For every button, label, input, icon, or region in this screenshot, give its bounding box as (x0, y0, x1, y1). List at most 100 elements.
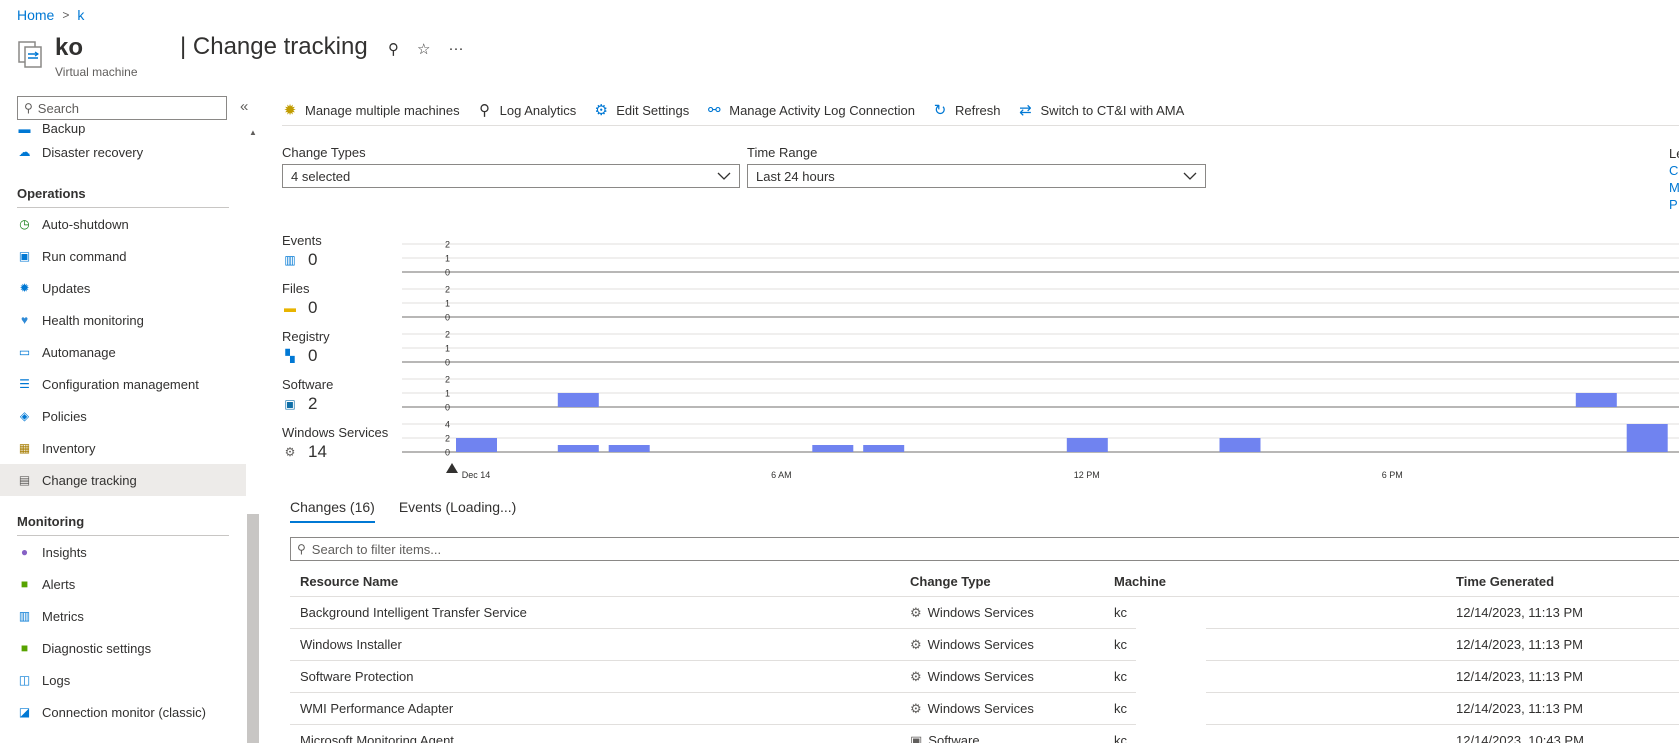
chevron-down-icon (1183, 172, 1197, 180)
sidebar-item-health-monitoring[interactable]: ♥ Health monitoring (0, 304, 246, 336)
star-icon[interactable]: ☆ (417, 40, 430, 58)
legend-link[interactable]: M (1669, 179, 1679, 196)
pin-icon[interactable]: ⚲ (388, 40, 399, 58)
tab-events[interactable]: Events (Loading...) (399, 499, 517, 523)
toolbar-button-label: Manage Activity Log Connection (729, 102, 915, 118)
chart-bar[interactable] (557, 393, 599, 407)
legend-partial: Le C M P (1669, 145, 1679, 213)
sidebar-item-auto-shutdown[interactable]: ◷ Auto-shutdown (0, 208, 246, 240)
sidebar-item-configuration-management[interactable]: ☰ Configuration management (0, 368, 246, 400)
sidebar-item-inventory[interactable]: ▦ Inventory (0, 432, 246, 464)
manage-activity-log-connection-button[interactable]: ⚯ Manage Activity Log Connection (706, 102, 915, 119)
sidebar-item-metrics[interactable]: ▥ Metrics (0, 600, 246, 632)
sidebar-item-label: Policies (42, 408, 87, 424)
breadcrumb: Home > k (17, 7, 84, 23)
sidebar-item-alerts[interactable]: ■ Alerts (0, 568, 246, 600)
clock-icon: ◷ (19, 217, 30, 231)
legend-link[interactable]: C (1669, 162, 1679, 179)
switch-to-ct-i-with-ama-button[interactable]: ⇄ Switch to CT&I with AMA (1018, 102, 1184, 119)
link-icon: ⚯ (707, 102, 721, 119)
collapse-sidebar-icon[interactable]: « (240, 98, 248, 115)
sidebar-item-label: Updates (42, 280, 91, 296)
sidebar-item-insights[interactable]: ● Insights (0, 536, 246, 568)
sidebar-item-connection-monitor-classic[interactable]: ◪ Connection monitor (classic) (0, 696, 246, 728)
y-tick-label: 2 (445, 240, 450, 250)
more-options-icon[interactable]: ··· (448, 40, 463, 58)
resource-name-cell: Software Protection (300, 669, 414, 684)
table-body: Background Intelligent Transfer Service ⚙… (290, 597, 1679, 743)
column-machine[interactable]: Machine (1114, 574, 1456, 589)
table-row[interactable]: Software Protection ⚙ Windows Services kc 12… (290, 661, 1679, 693)
legend-link[interactable]: P (1669, 196, 1679, 213)
table-row[interactable]: Microsoft Monitoring Agent ▣ Software kc 12/… (290, 725, 1679, 743)
toolbar-button-label: Manage multiple machines (305, 102, 460, 118)
tab-changes[interactable]: Changes (16) (290, 499, 375, 523)
log-analytics-button[interactable]: ⚲ Log Analytics (477, 102, 576, 119)
change-types-dropdown[interactable]: 4 selected (282, 164, 740, 188)
change-type-cell: ⚙ Windows Services (910, 669, 1114, 685)
chevron-down-icon (717, 172, 731, 180)
y-tick-label: 2 (445, 434, 450, 444)
chart-bar[interactable] (608, 445, 650, 452)
change-timeline-chart: 2 1 0 2 1 0 2 1 0 2 1 0 4 2 0 Dec 14 6 AM 12 PM 6 PM (402, 240, 1679, 480)
chart-bar[interactable] (1626, 424, 1668, 452)
switch-icon: ⇄ (1019, 102, 1032, 119)
sidebar-item-logs[interactable]: ◫ Logs (0, 664, 246, 696)
sidebar-item-backup[interactable]: ▬ Backup (0, 120, 246, 136)
chart-bar[interactable] (863, 445, 905, 452)
sidebar-item-label: Diagnostic settings (42, 640, 152, 656)
sidebar-item-change-tracking[interactable]: ▤ Change tracking (0, 464, 246, 496)
registry-icon: ▚ (285, 349, 295, 363)
change-types-value: 4 selected (291, 168, 351, 184)
chart-bar[interactable] (1066, 438, 1108, 452)
table-row[interactable]: Windows Installer ⚙ Windows Services kc 12/1… (290, 629, 1679, 661)
summary-value-row: ▚ 0 (282, 346, 388, 366)
time-range-dropdown[interactable]: Last 24 hours (747, 164, 1206, 188)
chart-bar[interactable] (456, 438, 497, 452)
table-row[interactable]: WMI Performance Adapter ⚙ Windows Services… (290, 693, 1679, 725)
column-resource-name[interactable]: Resource Name (290, 574, 910, 589)
backup-icon: ▬ (18, 121, 31, 136)
x-tick-label: 6 AM (771, 470, 792, 480)
breadcrumb-home[interactable]: Home (17, 7, 54, 23)
virtual-machine-change-tracking-icon (18, 41, 42, 68)
y-tick-label: 0 (445, 403, 450, 413)
manage-multiple-machines-button[interactable]: ✹ Manage multiple machines (282, 102, 460, 119)
scrollbar-thumb[interactable] (247, 514, 259, 743)
chart-bar[interactable] (812, 445, 854, 452)
sidebar-scrollbar[interactable]: ▲ (247, 128, 259, 743)
chart-bar[interactable] (557, 445, 599, 452)
sidebar-item-diagnostic-settings[interactable]: ■ Diagnostic settings (0, 632, 246, 664)
chart-bar[interactable] (1575, 393, 1617, 407)
change-types-label: Change Types (282, 145, 366, 160)
sidebar-item-policies[interactable]: ◈ Policies (0, 400, 246, 432)
change-type-label: Windows Services (927, 637, 1034, 652)
sidebar-item-disaster-recovery[interactable]: ☁ Disaster recovery (0, 136, 246, 168)
resource-name-cell: Microsoft Monitoring Agent (300, 733, 454, 743)
sidebar-item-label: Alerts (42, 576, 76, 592)
refresh-button[interactable]: ↻ Refresh (932, 102, 1001, 119)
sidebar-item-automanage[interactable]: ▭ Automanage (0, 336, 246, 368)
logs-icon: ◫ (18, 673, 31, 687)
edit-settings-button[interactable]: ⚙ Edit Settings (593, 102, 690, 119)
filter-items-input[interactable]: ⚲ Search to filter items... (290, 537, 1679, 561)
chart-bar[interactable] (1219, 438, 1261, 452)
time-slider-handle-icon[interactable] (446, 463, 458, 473)
sidebar-item-updates[interactable]: ✹ Updates (0, 272, 246, 304)
breadcrumb-current[interactable]: k (77, 7, 84, 23)
sidebar-item-run-command[interactable]: ▣ Run command (0, 240, 246, 272)
scroll-up-arrow-icon[interactable]: ▲ (247, 128, 259, 140)
y-tick-label: 1 (445, 254, 450, 264)
inventory-icon: ▦ (18, 441, 31, 455)
column-change-type[interactable]: Change Type (910, 574, 1114, 589)
time-generated-cell: 12/14/2023, 10:43 PM (1456, 733, 1584, 743)
change-type-label: Windows Services (927, 605, 1034, 620)
table-row[interactable]: Background Intelligent Transfer Service ⚙… (290, 597, 1679, 629)
change-types-filter: Change Types 4 selected (282, 145, 740, 188)
summary-registry: Registry ▚ 0 (282, 329, 388, 377)
table-header: Resource Name Change Type Machine Time G… (290, 567, 1679, 597)
sidebar-search-input[interactable]: ⚲ Search (17, 96, 227, 120)
column-time-generated[interactable]: Time Generated (1456, 574, 1679, 589)
y-tick-label: 4 (445, 420, 450, 430)
title-actions: ⚲ ☆ ··· (388, 40, 463, 58)
